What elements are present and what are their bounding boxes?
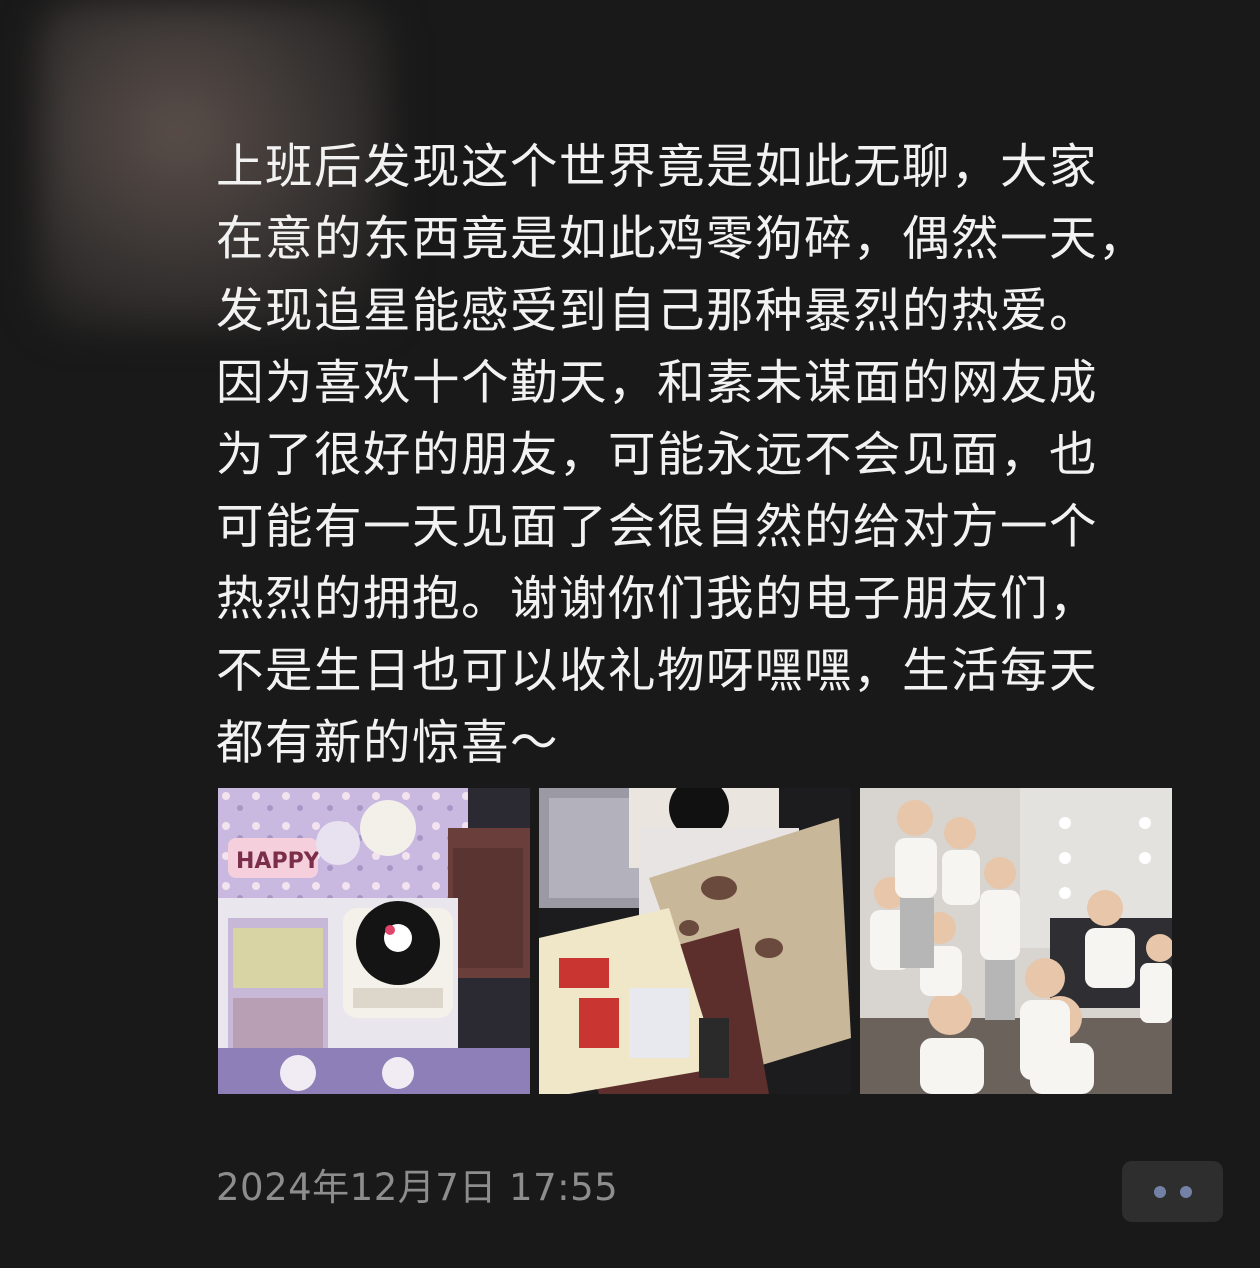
more-dots-icon (1153, 1185, 1166, 1198)
post-text-line: 上班后发现这个世界竟是如此无聊，大家 (216, 140, 1098, 195)
post-text-line: 不是生日也可以收礼物呀嘿嘿，生活每天 (216, 644, 1098, 699)
photo-thumbnail-gift-cards[interactable] (539, 788, 851, 1094)
post-text-line: 在意的东西竟是如此鸡零狗碎，偶然一天， (216, 212, 1147, 267)
more-actions-button[interactable] (1122, 1161, 1223, 1222)
post-text-line: 热烈的拥抱。谢谢你们我的电子朋友们， (216, 572, 1098, 627)
group-image (860, 788, 1172, 1094)
gift-cards-image (539, 788, 851, 1094)
photo-thumbnail-group[interactable] (860, 788, 1172, 1094)
gift-box-image: HAPPY (218, 788, 530, 1094)
post-text-line: 发现追星能感受到自己那种暴烈的热爱。 (216, 284, 1098, 339)
post-text-line: 因为喜欢十个勤天，和素未谋面的网友成 (216, 356, 1098, 411)
happy-label: HAPPY (236, 849, 321, 874)
photo-thumbnail-gift-box[interactable]: HAPPY (218, 788, 530, 1094)
post-timestamp: 2024年12月7日 17:55 (216, 1166, 619, 1209)
post-text: 上班后发现这个世界竟是如此无聊，大家 在意的东西竟是如此鸡零狗碎，偶然一天， 发… (216, 132, 1216, 780)
post-text-line: 都有新的惊喜～ (216, 716, 559, 771)
post-text-line: 可能有一天见面了会很自然的给对方一个 (216, 500, 1098, 555)
more-dots-icon (1179, 1185, 1192, 1198)
post-text-line: 为了很好的朋友，可能永远不会见面，也 (216, 428, 1098, 483)
